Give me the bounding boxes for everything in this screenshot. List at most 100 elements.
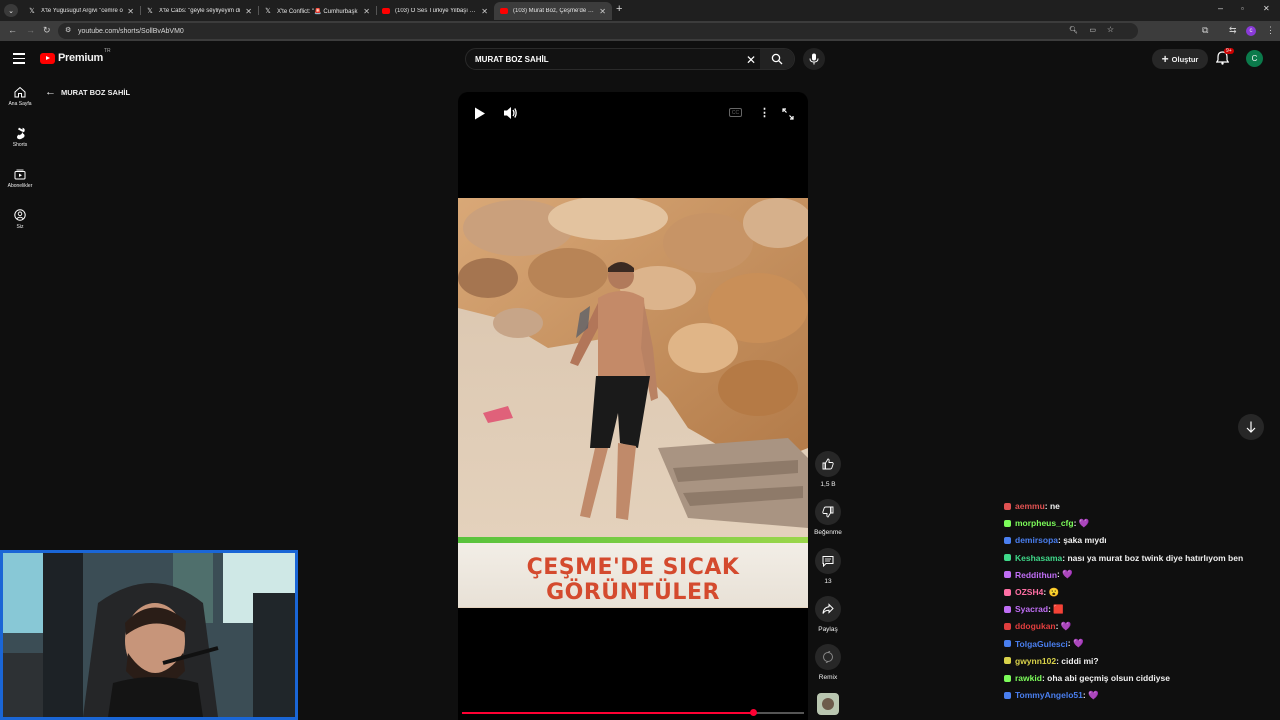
share-button[interactable]: Paylaş: [808, 596, 848, 633]
new-tab-icon[interactable]: +: [616, 3, 622, 15]
search-box[interactable]: MURAT BOZ SAHİL ✕: [465, 48, 795, 70]
chat-text: : 💜: [1055, 620, 1072, 631]
account-avatar[interactable]: C: [1246, 50, 1263, 67]
create-button[interactable]: + Oluştur: [1152, 49, 1208, 69]
guide-item-home[interactable]: Ana Sayfa: [0, 85, 40, 107]
voice-search-button[interactable]: [803, 48, 825, 70]
chat-message: demirsopa : şaka mıydı: [1004, 533, 1107, 547]
chat-badge-icon: [1004, 554, 1011, 562]
like-button[interactable]: 1,5 B: [808, 451, 848, 488]
streamer-webcam-image: [3, 553, 295, 717]
next-video-button[interactable]: [1238, 414, 1264, 440]
close-tab-icon[interactable]: ✕: [363, 7, 370, 16]
logo-text: Premium: [58, 52, 103, 64]
chat-badge-icon: [1004, 640, 1011, 648]
you-icon: [14, 209, 26, 221]
guide-item-subscriptions[interactable]: Abonelikler: [0, 167, 40, 189]
profile-avatar[interactable]: c: [1246, 26, 1256, 36]
chat-message: ddogukan : 💜: [1004, 619, 1071, 633]
comments-button[interactable]: 13: [808, 548, 848, 585]
remix-icon: [823, 651, 833, 663]
guide-label: Shorts: [12, 142, 28, 148]
chat-username: rawkid: [1015, 673, 1042, 683]
chat-message: Reddithun : 💜: [1004, 568, 1073, 582]
browser-tab[interactable]: 𝕏 X'te Conflict: "🚨 Cumhurbaşk ✕: [258, 2, 376, 20]
chat-text: : 💜: [1082, 689, 1099, 700]
volume-button[interactable]: [503, 106, 518, 125]
chat-text: : ciddi mi?: [1056, 655, 1099, 666]
minimize-icon[interactable]: –: [1218, 3, 1223, 13]
guide-label: Ana Sayfa: [8, 101, 32, 107]
shorts-icon: [16, 127, 25, 139]
back-to-search[interactable]: ← MURAT BOZ SAHİL: [45, 86, 130, 98]
like-count: 1,5 B: [820, 481, 836, 488]
notification-count-badge: 9+: [1224, 48, 1234, 54]
remix-button[interactable]: Remix: [808, 644, 848, 681]
guide-item-shorts[interactable]: Shorts: [0, 126, 40, 148]
guide-label: Siz: [16, 224, 24, 230]
cast-icon[interactable]: ▭: [1089, 26, 1096, 34]
guide-menu-icon[interactable]: [13, 53, 25, 64]
fullscreen-button[interactable]: [782, 107, 794, 125]
maximize-icon[interactable]: ▫: [1241, 4, 1244, 13]
browser-tab[interactable]: 𝕏 X'te Cabs: "gèyle sêyliyeyim di ✕: [140, 2, 258, 20]
dislike-button[interactable]: Beğenme: [808, 499, 848, 536]
share-label: Paylaş: [818, 626, 838, 633]
sound-thumbnail[interactable]: [817, 693, 839, 715]
notifications-button[interactable]: 9+: [1215, 48, 1234, 67]
search-button[interactable]: [760, 49, 794, 69]
search-input[interactable]: MURAT BOZ SAHİL: [475, 55, 549, 64]
browser-tab[interactable]: 𝕏 X'te Yugusuguf Argivi "cemre o ✕: [22, 2, 140, 20]
site-info-icon[interactable]: ⚙: [65, 26, 71, 34]
play-button[interactable]: [474, 107, 486, 125]
reload-icon[interactable]: ↻: [43, 25, 51, 36]
dislike-label: Beğenme: [814, 529, 842, 536]
youtube-logo[interactable]: Premium TR: [40, 48, 111, 64]
chat-message: aemmu : ne: [1004, 500, 1060, 513]
webcam-overlay: [0, 550, 298, 720]
chat-username: Keshasama: [1015, 552, 1063, 563]
video-caption-banner: ÇEŞME'DE SICAK GÖRÜNTÜLER: [458, 537, 808, 607]
close-tab-icon[interactable]: ✕: [481, 7, 488, 16]
logo-country: TR: [103, 48, 111, 54]
stream-chat-overlay: aemmu : ne morpheus_cfg : 💜 demirsopa : şa…: [1004, 500, 1280, 710]
clear-search-icon[interactable]: ✕: [746, 53, 756, 67]
comments-count: 13: [824, 578, 832, 585]
extension-icon[interactable]: ⇆: [1229, 25, 1237, 36]
chat-username: demirsopa: [1015, 535, 1058, 546]
chat-message: rawkid : oha abi geçmiş olsun ciddiyse: [1004, 671, 1170, 685]
close-tab-icon[interactable]: ✕: [127, 7, 134, 16]
x-logo-icon: 𝕏: [29, 8, 35, 15]
shorts-player[interactable]: CC ⋮ ÇEŞME'DE SICAK GÖRÜNTÜLER: [458, 92, 808, 720]
close-window-icon[interactable]: ✕: [1263, 4, 1270, 13]
browser-tab-active[interactable]: (103) Murat Boz, Çeşme'de kar ✕: [494, 2, 612, 20]
close-tab-icon[interactable]: ✕: [245, 7, 252, 16]
address-bar[interactable]: ⚙ youtube.com/shorts/SollBvAbVM0 🔍︎ ▭ ☆: [58, 23, 1138, 39]
bookmark-star-icon[interactable]: ☆: [1107, 25, 1114, 34]
more-options-icon[interactable]: ⋮: [759, 106, 770, 119]
chat-text: : oha abi geçmiş olsun ciddiyse: [1041, 673, 1170, 683]
chat-message: TolgaGulesci : 💜: [1004, 637, 1084, 651]
progress-bar-fill: [462, 712, 753, 714]
remix-label: Remix: [818, 674, 838, 681]
extensions-icon[interactable]: ⧉: [1202, 25, 1208, 36]
back-icon[interactable]: ←: [8, 25, 17, 35]
forward-icon[interactable]: →: [26, 25, 35, 35]
browser-tab[interactable]: (103) O Ses Türkiye Yilbaşı Özel ✕: [376, 2, 494, 20]
subscriptions-icon: [14, 169, 26, 180]
chat-username: ddogukan: [1015, 621, 1056, 632]
captions-button[interactable]: CC: [729, 108, 742, 117]
zoom-icon[interactable]: 🔍︎: [1069, 26, 1078, 34]
close-tab-icon[interactable]: ✕: [599, 7, 606, 16]
chat-badge-icon: [1004, 502, 1011, 510]
progress-scrubber[interactable]: [750, 709, 757, 716]
browser-menu-icon[interactable]: ⋮: [1266, 25, 1275, 36]
tab-search-button[interactable]: ⌄: [4, 4, 18, 17]
comment-icon: [822, 556, 834, 567]
home-icon: [14, 86, 26, 98]
chat-badge-icon: [1004, 571, 1011, 579]
browser-tab-strip: ⌄ 𝕏 X'te Yugusuguf Argivi "cemre o ✕ 𝕏 X…: [0, 0, 1280, 21]
guide-item-you[interactable]: Siz: [0, 208, 40, 230]
tab-title: X'te Cabs: "gèyle sêyliyeyim di: [159, 8, 241, 14]
share-icon: [822, 603, 834, 614]
